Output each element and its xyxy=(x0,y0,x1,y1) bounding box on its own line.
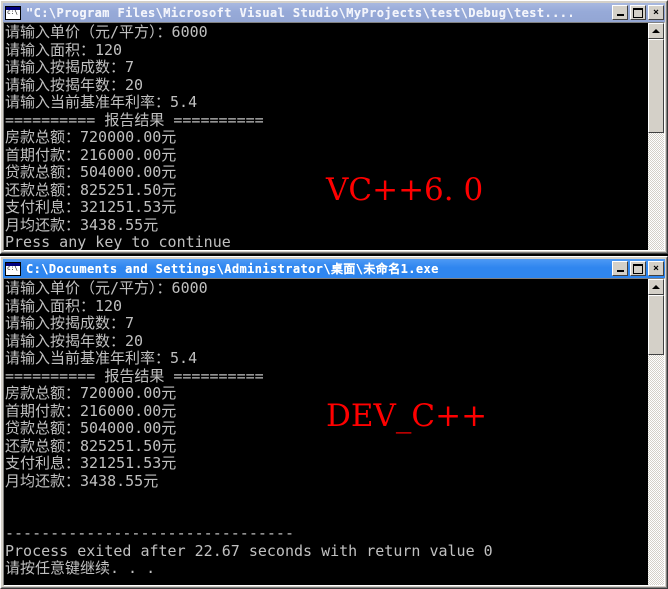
console-line: 请输入当前基准年利率：5.4 xyxy=(5,349,198,367)
maximize-button-vc6[interactable] xyxy=(630,5,646,20)
console-client-vc6: 请输入单价（元/平方）：6000 请输入面积：120 请输入按揭成数：7 请输入按揭年… xyxy=(3,22,665,251)
window-controls-devcpp: × xyxy=(612,261,664,276)
scroll-thumb-vc6[interactable] xyxy=(648,39,664,133)
minimize-button-devcpp[interactable] xyxy=(612,261,628,276)
close-icon: × xyxy=(652,262,660,274)
console-line: 房款总额：720000.00元 xyxy=(5,128,177,146)
console-line: 月均还款：3438.55元 xyxy=(5,471,159,490)
titlebar-devcpp[interactable]: C:\Documents and Settings\Administrator\… xyxy=(3,259,665,278)
console-line: Process exited after 22.67 seconds with … xyxy=(5,541,493,560)
console-output-devcpp[interactable]: 请输入单价（元/平方）：6000 请输入面积：120 请输入按揭成数：7 请输入按揭年… xyxy=(4,279,647,585)
console-line: ========== 报告结果 ========== xyxy=(5,366,264,385)
scroll-track-vc6[interactable] xyxy=(648,133,664,250)
console-line: 请按任意键继续. . . xyxy=(5,559,156,577)
console-line: 请输入面积：120 xyxy=(5,296,123,315)
watermark-vc6: VC++6. 0 xyxy=(326,172,484,208)
console-line: 首期付款：216000.00元 xyxy=(5,145,177,164)
close-button-devcpp[interactable]: × xyxy=(648,261,664,276)
console-line: 请输入按揭年数：20 xyxy=(5,331,144,350)
console-system-menu-icon[interactable] xyxy=(5,5,21,20)
watermark-devcpp: DEV_C++ xyxy=(326,398,488,434)
console-line: 请输入按揭成数：7 xyxy=(5,58,135,76)
console-window-devcpp[interactable]: C:\Documents and Settings\Administrator\… xyxy=(0,256,668,589)
console-line: -------------------------------- xyxy=(5,524,294,542)
console-line: 请输入按揭成数：7 xyxy=(5,314,135,332)
console-client-devcpp: 请输入单价（元/平方）：6000 请输入面积：120 请输入按揭成数：7 请输入按揭年… xyxy=(3,278,665,586)
console-line: 支付利息：321251.53元 xyxy=(5,454,177,472)
console-line: 请输入单价（元/平方）：6000 xyxy=(5,23,208,41)
console-line: 还款总额：825251.50元 xyxy=(5,436,177,455)
close-button-vc6[interactable]: × xyxy=(648,5,664,20)
window-controls-vc6: × xyxy=(612,5,664,20)
scroll-track-devcpp[interactable] xyxy=(648,355,664,585)
console-system-menu-icon[interactable] xyxy=(5,261,21,276)
scrollbar-vertical-vc6[interactable] xyxy=(647,23,664,250)
console-line: 月均还款：3438.55元 xyxy=(5,215,159,234)
console-line: 请输入按揭年数：20 xyxy=(5,75,144,94)
window-title-devcpp: C:\Documents and Settings\Administrator\… xyxy=(26,261,439,276)
chevron-up-icon xyxy=(652,285,660,289)
console-line: ========== 报告结果 ========== xyxy=(5,110,264,129)
scroll-thumb-devcpp[interactable] xyxy=(648,295,664,355)
chevron-up-icon xyxy=(652,29,660,33)
close-icon: × xyxy=(652,6,660,18)
console-line: 请输入单价（元/平方）：6000 xyxy=(5,279,208,297)
window-title-vc6: "C:\Program Files\Microsoft Visual Studi… xyxy=(26,5,575,20)
titlebar-vc6[interactable]: "C:\Program Files\Microsoft Visual Studi… xyxy=(3,3,665,22)
console-line: 请输入当前基准年利率：5.4 xyxy=(5,93,198,111)
maximize-button-devcpp[interactable] xyxy=(630,261,646,276)
console-line: Press any key to continue xyxy=(5,233,231,250)
console-output-vc6[interactable]: 请输入单价（元/平方）：6000 请输入面积：120 请输入按揭成数：7 请输入按揭年… xyxy=(4,23,647,250)
scrollbar-vertical-devcpp[interactable] xyxy=(647,279,664,585)
console-line: 请输入面积：120 xyxy=(5,40,123,59)
scroll-up-button-devcpp[interactable] xyxy=(648,279,664,295)
minimize-button-vc6[interactable] xyxy=(612,5,628,20)
console-window-vc6[interactable]: "C:\Program Files\Microsoft Visual Studi… xyxy=(0,0,668,254)
scroll-up-button-vc6[interactable] xyxy=(648,23,664,39)
